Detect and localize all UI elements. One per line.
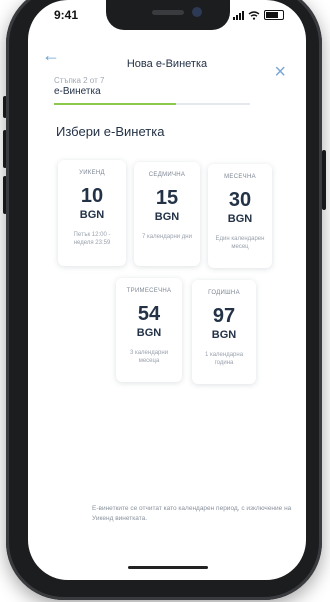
close-icon[interactable]: × — [274, 62, 286, 82]
vignette-validity: Петък 12:00 - неделя 23:59 — [73, 232, 111, 246]
vignette-card-annual[interactable]: ГОДИШНА 97 BGN 1 календарна година — [192, 280, 256, 384]
vignette-validity: 3 календарни месеца — [129, 350, 169, 364]
progress-bar — [54, 103, 250, 105]
step-counter: Стъпка 2 от 7 — [54, 76, 105, 85]
signal-icon — [233, 10, 244, 20]
vignette-price: 30 — [228, 189, 252, 211]
notch — [106, 0, 230, 30]
phone-frame: 9:41 ← Нова е-Винетка × Стъпка 2 от 7 е-… — [6, 0, 322, 600]
step-name: е-Винетка — [54, 86, 101, 97]
vignette-price: 97 — [212, 305, 236, 327]
vignette-validity: 7 календарни дни — [142, 234, 192, 240]
vignette-period: СЕДМИЧНА — [148, 172, 186, 178]
power-button — [322, 150, 326, 210]
phone-device: 9:41 ← Нова е-Винетка × Стъпка 2 от 7 е-… — [0, 0, 330, 602]
vignette-period: ТРИМЕСЕЧНА — [126, 288, 172, 294]
page-title: Нова е-Винетка — [126, 58, 208, 70]
battery-icon — [264, 10, 284, 20]
app-header: ← Нова е-Винетка × — [28, 44, 306, 82]
vignette-currency: BGN — [154, 211, 180, 223]
status-time: 9:41 — [54, 8, 79, 22]
vignette-card-quarterly[interactable]: ТРИМЕСЕЧНА 54 BGN 3 календарни месеца — [116, 278, 182, 382]
vignette-currency: BGN — [79, 209, 105, 221]
vignette-validity: Един календарен месец — [215, 236, 265, 250]
vignette-card-weekend[interactable]: УИКЕНД 10 BGN Петък 12:00 - неделя 23:59 — [58, 160, 126, 266]
vignette-price: 54 — [137, 303, 161, 325]
vignette-currency: BGN — [227, 213, 253, 225]
vignette-validity: 1 календарна година — [204, 352, 244, 366]
vignette-currency: BGN — [211, 329, 237, 341]
footer-note: Е-винетките се отчитат като календарен п… — [92, 505, 292, 522]
vignette-period: МЕСЕЧНА — [224, 174, 256, 180]
vignette-price: 15 — [155, 187, 179, 209]
vignette-price: 10 — [80, 185, 104, 207]
front-camera — [192, 7, 202, 17]
phone-screen: 9:41 ← Нова е-Винетка × Стъпка 2 от 7 е-… — [28, 0, 306, 580]
speaker — [152, 10, 184, 15]
home-indicator[interactable] — [128, 566, 208, 569]
progress-fill — [54, 103, 176, 105]
vignette-period: ГОДИШНА — [208, 290, 240, 296]
vignette-card-monthly[interactable]: МЕСЕЧНА 30 BGN Един календарен месец — [208, 164, 272, 268]
section-heading: Избери е-Винетка — [56, 124, 165, 139]
status-icons — [233, 10, 284, 20]
vignette-period: УИКЕНД — [79, 170, 105, 176]
vignette-currency: BGN — [136, 327, 162, 339]
vignette-card-weekly[interactable]: СЕДМИЧНА 15 BGN 7 календарни дни — [134, 162, 200, 266]
wifi-icon — [248, 10, 260, 20]
